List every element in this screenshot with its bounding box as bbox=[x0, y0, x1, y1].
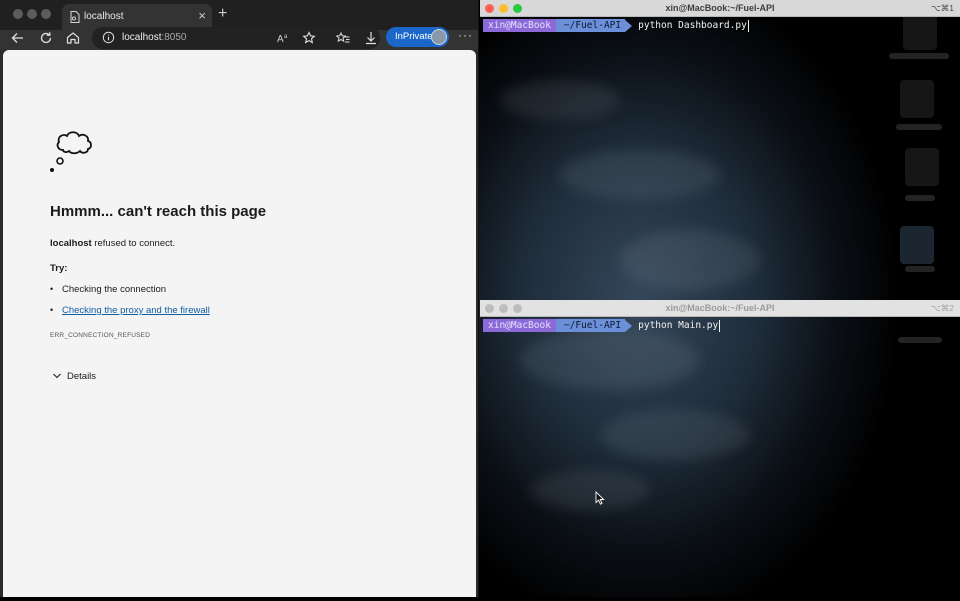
address-host: localhost bbox=[122, 32, 162, 43]
terminal-body[interactable]: xin@MacBook ~/Fuel-API python Dashboard.… bbox=[480, 17, 960, 301]
address-port: :8050 bbox=[161, 32, 187, 43]
details-toggle[interactable]: Details bbox=[67, 371, 96, 382]
error-title: Hmmm... can't reach this page bbox=[50, 203, 267, 220]
prompt-path: ~/Fuel-API bbox=[555, 19, 626, 32]
error-message: refused to connect. bbox=[91, 238, 176, 249]
shell-prompt: xin@MacBook ~/Fuel-API python Main.py bbox=[483, 319, 721, 332]
terminal-title: xin@MacBook:~/Fuel-API bbox=[665, 303, 775, 313]
terminal-body[interactable]: xin@MacBook ~/Fuel-API python Main.py bbox=[480, 317, 960, 601]
browser-toolbar: localhost:8050 A a InPrivate ··· bbox=[0, 27, 478, 50]
suggestion-check-connection: Checking the connection bbox=[62, 284, 167, 295]
refresh-icon[interactable] bbox=[38, 29, 54, 47]
tab-title: localhost bbox=[84, 11, 124, 22]
terminal-titlebar: xin@MacBook:~/Fuel-API ⌥⌘2 bbox=[480, 300, 960, 317]
prompt-arrow bbox=[625, 319, 633, 332]
bullet: • bbox=[50, 284, 54, 294]
new-tab-button[interactable]: + bbox=[218, 5, 227, 23]
bullet: • bbox=[50, 305, 54, 315]
prompt-path: ~/Fuel-API bbox=[555, 319, 626, 332]
window-close-button[interactable] bbox=[13, 9, 23, 19]
svg-text:a: a bbox=[284, 34, 288, 40]
try-label: Try: bbox=[50, 263, 68, 274]
inprivate-label: InPrivate bbox=[395, 31, 433, 42]
prompt-user: xin@MacBook bbox=[483, 319, 556, 332]
downloads-icon[interactable] bbox=[363, 29, 379, 47]
favorites-icon[interactable] bbox=[335, 29, 351, 47]
tab-bar: localhost × + bbox=[0, 0, 478, 30]
error-code: ERR_CONNECTION_REFUSED bbox=[50, 332, 151, 339]
read-aloud-icon[interactable]: A a bbox=[276, 29, 292, 47]
window-zoom-button[interactable] bbox=[41, 9, 51, 19]
inprivate-button[interactable]: InPrivate bbox=[386, 27, 449, 47]
mouse-pointer-icon bbox=[595, 491, 605, 505]
error-host: localhost bbox=[50, 238, 92, 249]
prompt-arrow bbox=[625, 19, 633, 32]
suggestion-proxy-firewall-link[interactable]: Checking the proxy and the firewall bbox=[62, 305, 210, 316]
back-arrow-icon[interactable] bbox=[10, 29, 26, 47]
prompt-user: xin@MacBook bbox=[483, 19, 556, 32]
svg-text:A: A bbox=[277, 34, 284, 45]
terminal-command: python Dashboard.py bbox=[638, 20, 747, 31]
more-options-button[interactable]: ··· bbox=[458, 28, 473, 42]
error-description: localhost refused to connect. bbox=[50, 238, 175, 249]
terminal-command: python Main.py bbox=[638, 320, 719, 331]
close-tab-icon[interactable]: × bbox=[198, 8, 206, 23]
terminal-window-1: xin@MacBook:~/Fuel-API ⌥⌘1 xin@MacBook ~… bbox=[480, 0, 960, 301]
home-icon[interactable] bbox=[65, 29, 81, 47]
thought-cloud-icon bbox=[50, 131, 92, 172]
window-minimize-button[interactable] bbox=[27, 9, 37, 19]
terminal-shortcut: ⌥⌘1 bbox=[930, 3, 954, 13]
page-icon bbox=[70, 11, 80, 23]
chevron-down-icon[interactable] bbox=[52, 371, 62, 381]
terminal-titlebar: xin@MacBook:~/Fuel-API ⌥⌘1 bbox=[480, 0, 960, 17]
shell-prompt: xin@MacBook ~/Fuel-API python Dashboard.… bbox=[483, 19, 749, 32]
favorite-star-icon[interactable] bbox=[301, 29, 317, 47]
avatar bbox=[431, 29, 447, 45]
browser-window: localhost × + localhost:8050 A a InPriva… bbox=[0, 0, 479, 597]
page-content: Hmmm... can't reach this page localhost … bbox=[3, 50, 476, 597]
info-icon[interactable] bbox=[102, 31, 115, 44]
text-cursor bbox=[747, 19, 749, 32]
terminal-title: xin@MacBook:~/Fuel-API bbox=[665, 3, 775, 13]
terminal-shortcut: ⌥⌘2 bbox=[930, 303, 954, 313]
address-url: localhost:8050 bbox=[122, 32, 187, 43]
text-cursor bbox=[719, 319, 721, 332]
terminal-window-2: xin@MacBook:~/Fuel-API ⌥⌘2 xin@MacBook ~… bbox=[480, 300, 960, 601]
